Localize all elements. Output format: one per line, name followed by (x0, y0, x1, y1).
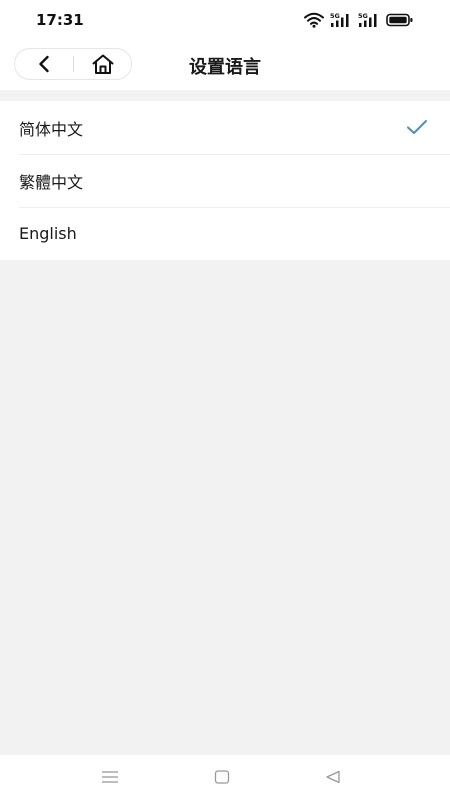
language-option-english[interactable]: English (0, 207, 450, 260)
system-nav-bar (0, 755, 450, 800)
language-list: 简体中文 繁體中文 English (0, 101, 450, 260)
language-label: 简体中文 (19, 119, 84, 139)
wifi-icon (304, 12, 324, 28)
svg-text:5G: 5G (330, 12, 340, 20)
status-icons: 5G 5G (304, 11, 414, 29)
system-menu-button[interactable] (95, 765, 125, 789)
battery-icon (386, 13, 413, 27)
language-option-traditional-chinese[interactable]: 繁體中文 (0, 154, 450, 207)
nav-bar: 设置语言 (0, 40, 450, 90)
page-title: 设置语言 (189, 57, 261, 78)
system-back-button[interactable] (318, 765, 348, 789)
status-bar: 17:31 5G 5G (0, 0, 450, 40)
language-option-simplified-chinese[interactable]: 简体中文 (0, 101, 450, 154)
status-time: 17:31 (36, 11, 84, 29)
signal-5g-icon: 5G (358, 12, 377, 27)
svg-text:5G: 5G (358, 12, 368, 20)
language-label: English (19, 224, 77, 243)
language-label: 繁體中文 (19, 172, 84, 192)
home-square-icon (214, 770, 230, 784)
system-home-button[interactable] (207, 765, 237, 789)
menu-icon (102, 771, 118, 783)
check-icon (407, 120, 427, 134)
signal-5g-icon: 5G (330, 12, 349, 27)
back-triangle-icon (326, 770, 340, 784)
